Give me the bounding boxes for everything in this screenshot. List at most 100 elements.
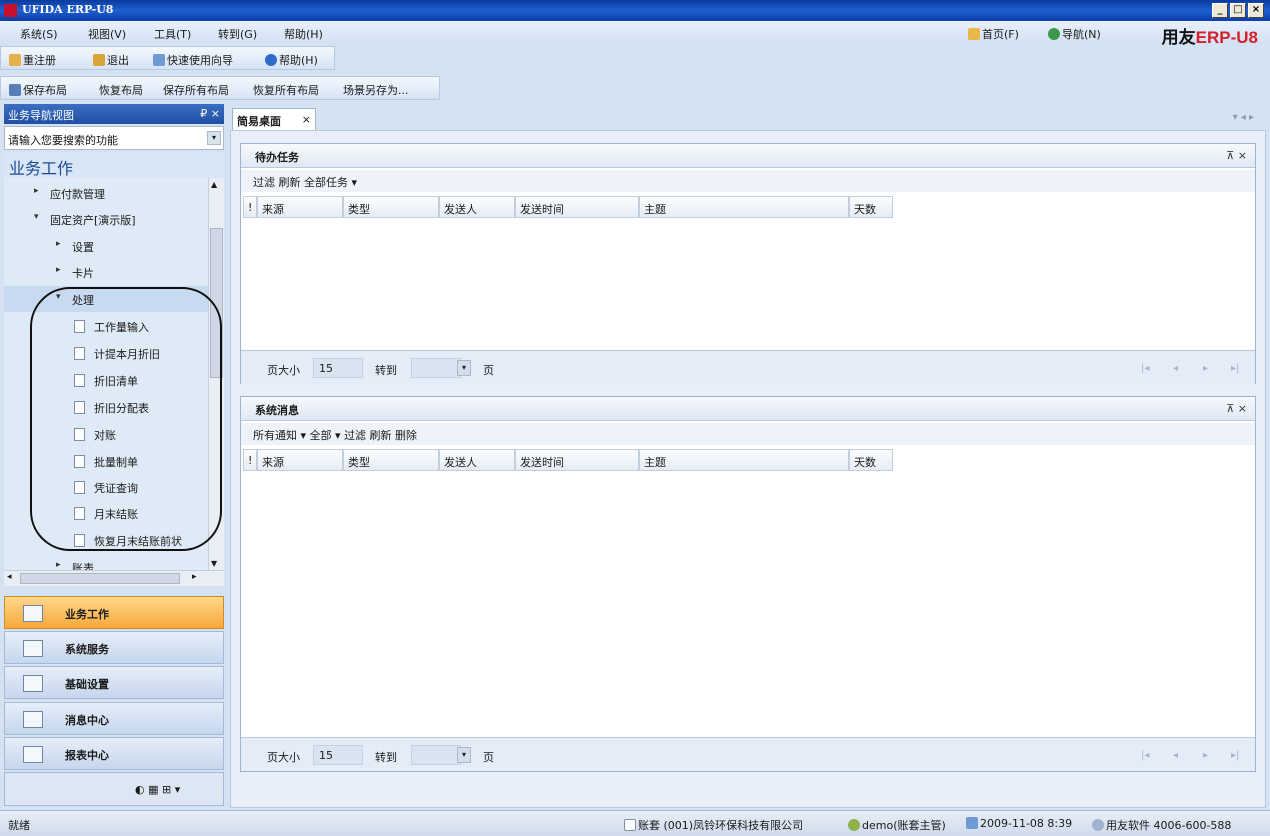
nav-view-header: 业务导航视图 ₽ ×	[4, 104, 224, 124]
last-page-icon[interactable]: ▸|	[1231, 363, 1239, 374]
scroll-left-icon[interactable]: ◂	[7, 572, 12, 582]
messages-panel-header: 系统消息 ⊼ ×	[241, 397, 1255, 421]
home-label: 首页(F)	[982, 28, 1019, 41]
column-header[interactable]: 来源	[257, 196, 343, 218]
menu-goto[interactable]: 转到(G)	[218, 26, 257, 42]
todo-toolbar[interactable]: 过滤 刷新 全部任务 ▾	[241, 170, 1255, 192]
todo-panel: 待办任务 ⊼ × 过滤 刷新 全部任务 ▾ ! 来源 类型 发送人 发送时间 主…	[240, 143, 1256, 384]
nav-system-service-button[interactable]: 系统服务	[4, 631, 224, 664]
home-button[interactable]: 首页(F)	[968, 26, 1019, 42]
column-header[interactable]: 天数	[849, 196, 893, 218]
status-user: demo(账套主管)	[848, 817, 946, 833]
nav-button-footer: ◐ ▦ ⊞ ▾	[4, 772, 224, 806]
quick-guide-button[interactable]: 快速使用向导	[153, 52, 233, 68]
goto-page-input[interactable]	[411, 358, 461, 378]
status-vendor: 用友软件 4006-600-588	[1092, 817, 1231, 833]
tree-item-cards[interactable]: ▸ 卡片	[4, 259, 208, 285]
messages-toolbar[interactable]: 所有通知 ▾ 全部 ▾ 过滤 刷新 删除	[241, 423, 1255, 445]
tab-close-icon[interactable]: ×	[302, 113, 311, 126]
save-layout-button[interactable]: 保存布局	[9, 82, 67, 98]
maximize-button[interactable]: □	[1230, 3, 1246, 18]
system-messages-panel: 系统消息 ⊼ × 所有通知 ▾ 全部 ▾ 过滤 刷新 删除 ! 来源 类型 发送…	[240, 396, 1256, 772]
scroll-down-icon[interactable]: ▼	[211, 559, 217, 568]
exit-button[interactable]: 退出	[93, 52, 129, 68]
calendar-icon	[966, 817, 978, 829]
menu-help[interactable]: 帮助(H)	[284, 26, 323, 42]
tree-item-reports[interactable]: ▸ 账表	[4, 554, 208, 570]
minimize-button[interactable]: _	[1212, 3, 1228, 18]
chart-icon	[23, 605, 43, 622]
nav-horizontal-scrollbar[interactable]: ◂ ▸	[4, 570, 224, 586]
column-header[interactable]: 发送人	[439, 449, 515, 471]
todo-panel-title: 待办任务	[255, 151, 299, 164]
nav-message-center-button[interactable]: 消息中心	[4, 702, 224, 735]
close-window-button[interactable]: ×	[1248, 3, 1264, 18]
search-dropdown-icon[interactable]: ▾	[207, 131, 221, 145]
tree-item-fixed-assets[interactable]: ▾ 固定资产[演示版]	[4, 206, 208, 232]
next-page-icon[interactable]: ▸	[1203, 750, 1208, 761]
tree-item-payables[interactable]: ▸ 应付款管理	[4, 180, 208, 206]
help-button[interactable]: 帮助(H)	[265, 52, 318, 68]
exit-icon	[93, 54, 105, 66]
tab-label: 简易桌面	[237, 115, 281, 128]
save-all-layouts-button[interactable]: 保存所有布局	[163, 82, 229, 98]
column-header[interactable]: 类型	[343, 196, 439, 218]
nav-pin-close-button[interactable]: ₽ ×	[200, 107, 220, 120]
page-size-value: 15	[319, 362, 333, 375]
app-logo-icon	[4, 4, 17, 17]
column-header[interactable]: 发送人	[439, 196, 515, 218]
column-header[interactable]: 发送时间	[515, 449, 639, 471]
nav-report-center-button[interactable]: 报表中心	[4, 737, 224, 770]
messages-pager: 页大小 15 转到 ▾ 页 |◂ ◂ ▸ ▸|	[241, 737, 1255, 771]
status-ready: 就绪	[8, 819, 30, 832]
report-icon	[23, 746, 43, 763]
restore-all-layouts-button[interactable]: 恢复所有布局	[253, 82, 319, 98]
tab-simple-desktop[interactable]: 简易桌面 ×	[232, 108, 316, 130]
first-page-icon[interactable]: |◂	[1141, 363, 1149, 374]
column-header[interactable]: 来源	[257, 449, 343, 471]
nav-business-work-button[interactable]: 业务工作	[4, 596, 224, 629]
layout-toolbar: 保存布局 恢复布局 保存所有布局 恢复所有布局 场景另存为...	[0, 76, 440, 100]
column-header[interactable]: 主题	[639, 196, 849, 218]
tab-scroll-arrows-icon[interactable]: ▾ ◂ ▸	[1233, 112, 1254, 123]
column-header[interactable]: 发送时间	[515, 196, 639, 218]
monitor-icon	[23, 640, 43, 657]
relogin-button[interactable]: 重注册	[9, 52, 56, 68]
column-header[interactable]: !	[243, 449, 257, 471]
scene-save-as-button[interactable]: 场景另存为...	[343, 82, 409, 98]
restore-layout-button[interactable]: 恢复布局	[99, 82, 143, 98]
goto-dropdown-icon[interactable]: ▾	[457, 360, 471, 376]
prev-page-icon[interactable]: ◂	[1173, 750, 1178, 761]
annotation-circle	[30, 287, 222, 551]
nav-section-title: 业务工作	[9, 159, 74, 178]
first-page-icon[interactable]: |◂	[1141, 750, 1149, 761]
scroll-right-icon[interactable]: ▸	[192, 572, 197, 582]
nav-basic-settings-button[interactable]: 基础设置	[4, 666, 224, 699]
scroll-up-icon[interactable]: ▲	[211, 180, 217, 189]
menu-view[interactable]: 视图(V)	[88, 26, 126, 42]
column-header[interactable]: 类型	[343, 449, 439, 471]
next-page-icon[interactable]: ▸	[1203, 363, 1208, 374]
help-label: 帮助(H)	[279, 54, 318, 67]
goto-dropdown-icon[interactable]: ▾	[457, 747, 471, 763]
status-account: 账套 (001)凤铃环保科技有限公司	[624, 817, 803, 833]
goto-label: 转到	[375, 364, 397, 377]
column-header[interactable]: 天数	[849, 449, 893, 471]
column-header[interactable]: 主题	[639, 449, 849, 471]
menu-system[interactable]: 系统(S)	[20, 26, 58, 42]
last-page-icon[interactable]: ▸|	[1231, 750, 1239, 761]
page-size-label: 页大小	[267, 364, 300, 377]
tree-item-settings[interactable]: ▸ 设置	[4, 233, 208, 259]
prev-page-icon[interactable]: ◂	[1173, 363, 1178, 374]
todo-panel-controls[interactable]: ⊼ ×	[1226, 149, 1247, 162]
navigation-button[interactable]: 导航(N)	[1048, 26, 1101, 42]
nav-options-icon[interactable]: ◐ ▦ ⊞ ▾	[135, 783, 180, 796]
menu-tools[interactable]: 工具(T)	[154, 26, 191, 42]
page-size-value: 15	[319, 749, 333, 762]
goto-page-input[interactable]	[411, 745, 461, 765]
function-search-input[interactable]: 请输入您要搜索的功能 ▾	[4, 126, 224, 150]
hscrollbar-thumb[interactable]	[20, 573, 180, 584]
column-header[interactable]: !	[243, 196, 257, 218]
messages-panel-title: 系统消息	[255, 404, 299, 417]
messages-panel-controls[interactable]: ⊼ ×	[1226, 402, 1247, 415]
